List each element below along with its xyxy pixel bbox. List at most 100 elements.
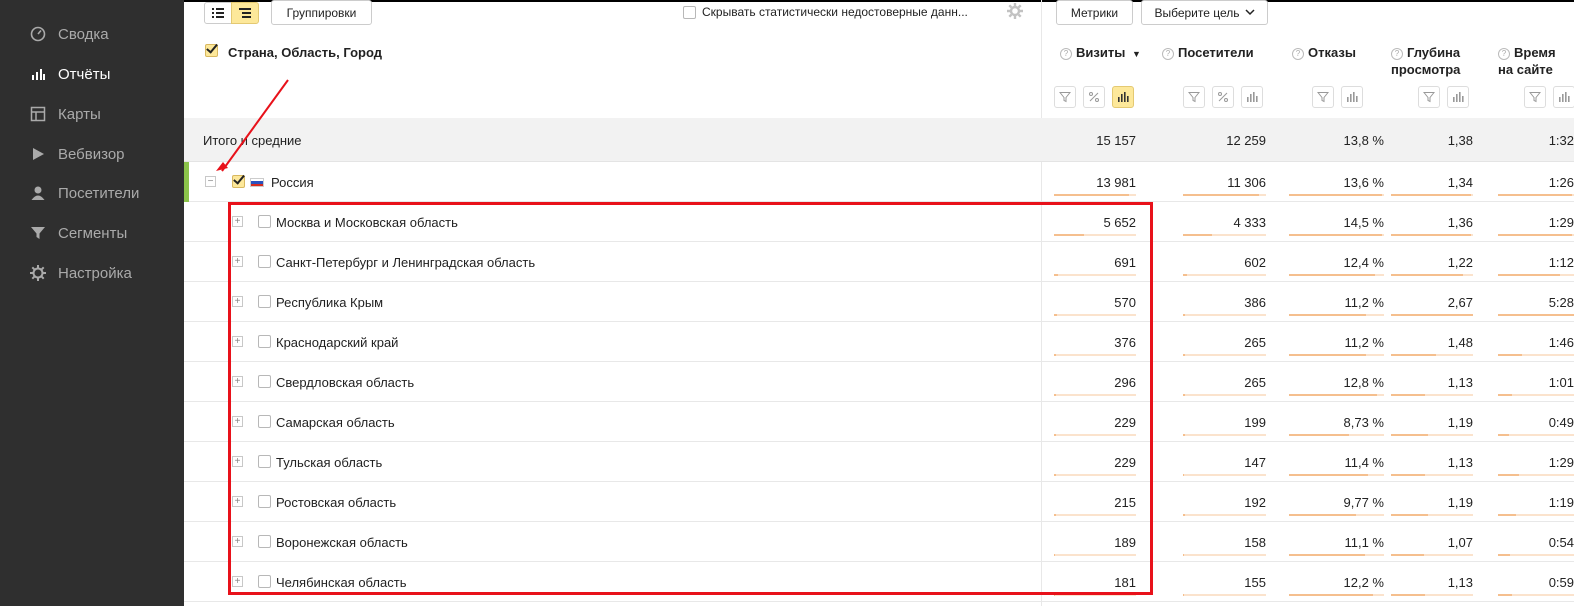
sidebar-item-maps[interactable]: Карты <box>28 102 101 126</box>
expand-icon[interactable]: + <box>232 456 243 467</box>
expand-icon[interactable]: + <box>232 416 243 427</box>
metric-value: 11 306 <box>1227 174 1266 190</box>
row-checkbox[interactable] <box>258 575 271 588</box>
webvisor-icon <box>28 146 48 162</box>
flat-view-button[interactable] <box>204 2 232 24</box>
row-checkbox[interactable] <box>258 455 271 468</box>
row-checkbox[interactable] <box>258 415 271 428</box>
sidebar-item-label: Сводка <box>58 25 109 43</box>
metric-bar-track <box>1289 594 1384 596</box>
table-row[interactable]: + Воронежская область 189 158 11,1 % 1,07 0:54 <box>184 522 1574 562</box>
collapse-icon[interactable]: − <box>205 176 216 187</box>
table-row[interactable]: + Тульская область 229 147 11,4 % 1,13 1:29 <box>184 442 1574 482</box>
settings-icon <box>28 264 48 282</box>
table-row[interactable]: + Москва и Московская область 5 652 4 333 14… <box>184 202 1574 242</box>
row-checkbox[interactable] <box>232 175 245 188</box>
dimension-checkbox[interactable] <box>205 44 218 57</box>
row-label[interactable]: Санкт-Петербург и Ленинградская область <box>276 242 535 282</box>
row-label[interactable]: Москва и Московская область <box>276 202 458 242</box>
row-label[interactable]: Тульская область <box>276 442 382 482</box>
row-checkbox[interactable] <box>258 495 271 508</box>
sidebar-item-label: Карты <box>58 105 101 123</box>
row-checkbox[interactable] <box>258 295 271 308</box>
row-checkbox[interactable] <box>258 255 271 268</box>
tree-view-button[interactable] <box>231 2 259 24</box>
expand-icon[interactable]: + <box>232 256 243 267</box>
sidebar-item-reports[interactable]: Отчёты <box>28 62 110 86</box>
row-checkbox[interactable] <box>258 215 271 228</box>
metric-value: 265 <box>1244 374 1266 390</box>
metric-value: 11,1 % <box>1344 534 1384 550</box>
metric-bar <box>1391 394 1425 396</box>
metrics-button[interactable]: Метрики <box>1056 0 1133 25</box>
column-header-depth[interactable]: ? Глубина просмотра <box>1391 44 1473 78</box>
goal-select[interactable]: Выберите цель <box>1141 0 1268 25</box>
row-checkbox[interactable] <box>258 375 271 388</box>
metric-value: 0:59 <box>1548 574 1574 590</box>
percent-icon[interactable] <box>1083 86 1105 108</box>
metric-value: 0:54 <box>1548 534 1574 550</box>
sidebar-item-segments[interactable]: Сегменты <box>28 221 127 245</box>
expand-icon[interactable]: + <box>232 376 243 387</box>
filter-icon[interactable] <box>1418 86 1440 108</box>
row-label[interactable]: Челябинская область <box>276 562 406 602</box>
expand-icon[interactable]: + <box>232 296 243 307</box>
column-header-visits[interactable]: ? Визиты ▼ <box>1060 44 1150 63</box>
hide-unreliable-checkbox[interactable] <box>683 5 696 19</box>
metric-bar <box>1391 514 1428 516</box>
table-row[interactable]: + Республика Крым 570 386 11,2 % 2,67 5:28 <box>184 282 1574 322</box>
column-header-time[interactable]: ? Время на сайте <box>1498 44 1574 78</box>
table-row[interactable]: + Краснодарский край 376 265 11,2 % 1,48 1:46 <box>184 322 1574 362</box>
metric-bar-track <box>1391 274 1473 276</box>
groupings-button[interactable]: Группировки <box>271 0 372 25</box>
row-label[interactable]: Свердловская область <box>276 362 414 402</box>
sidebar-item-label: Настройка <box>58 264 132 282</box>
metric-bar-track <box>1498 474 1574 476</box>
table-row[interactable]: + Санкт-Петербург и Ленинградская область… <box>184 242 1574 282</box>
row-label[interactable]: Республика Крым <box>276 282 383 322</box>
bar-chart-icon[interactable] <box>1447 86 1469 108</box>
percent-icon[interactable] <box>1212 86 1234 108</box>
table-row[interactable]: + Самарская область 229 199 8,73 % 1,19 0:49 <box>184 402 1574 442</box>
row-label[interactable]: Воронежская область <box>276 522 408 562</box>
table-row-country[interactable]: − Россия 13 981 11 306 13,6 % 1,34 1:26 <box>184 162 1574 202</box>
table-row[interactable]: + Ростовская область 215 192 9,77 % 1,19 1:19 <box>184 482 1574 522</box>
row-checkbox[interactable] <box>258 335 271 348</box>
row-label[interactable]: Самарская область <box>276 402 395 442</box>
expand-icon[interactable]: + <box>232 576 243 587</box>
row-label[interactable]: Краснодарский край <box>276 322 398 362</box>
sidebar-item-webvisor[interactable]: Вебвизор <box>28 142 125 166</box>
help-icon: ? <box>1292 48 1304 60</box>
metric-value: 376 <box>1114 334 1136 350</box>
column-header-visitors[interactable]: ? Посетители <box>1162 44 1262 61</box>
gear-icon[interactable] <box>1006 2 1024 23</box>
column-header-bounces[interactable]: ? Отказы <box>1292 44 1372 61</box>
filter-icon[interactable] <box>1183 86 1205 108</box>
bar-chart-icon[interactable] <box>1341 86 1363 108</box>
table-row[interactable]: + Свердловская область 296 265 12,8 % 1,13 1:0… <box>184 362 1574 402</box>
sidebar-item-summary[interactable]: Сводка <box>28 22 109 46</box>
hide-unreliable-toggle[interactable]: Скрывать статистически недостоверные дан… <box>683 5 968 19</box>
metric-bar-track <box>1498 514 1574 516</box>
metric-bar <box>1289 194 1382 196</box>
row-checkbox[interactable] <box>258 535 271 548</box>
expand-icon[interactable]: + <box>232 216 243 227</box>
filter-icon[interactable] <box>1312 86 1334 108</box>
expand-icon[interactable]: + <box>232 496 243 507</box>
row-label[interactable]: Россия <box>271 162 314 202</box>
sidebar-item-settings[interactable]: Настройка <box>28 261 132 285</box>
filter-icon[interactable] <box>1054 86 1076 108</box>
metric-bar <box>1498 474 1519 476</box>
metric-value: 12,2 % <box>1343 574 1384 590</box>
row-label[interactable]: Ростовская область <box>276 482 396 522</box>
filter-icon[interactable] <box>1524 86 1546 108</box>
table-row[interactable]: + Челябинская область 181 155 12,2 % 1,13 0:59 <box>184 562 1574 602</box>
bar-chart-icon[interactable] <box>1553 86 1574 108</box>
metric-value: 147 <box>1244 454 1266 470</box>
metric-bar <box>1498 314 1574 316</box>
bar-chart-icon[interactable] <box>1241 86 1263 108</box>
bar-chart-icon[interactable] <box>1112 86 1134 108</box>
sidebar-item-visitors[interactable]: Посетители <box>28 181 139 205</box>
expand-icon[interactable]: + <box>232 536 243 547</box>
expand-icon[interactable]: + <box>232 336 243 347</box>
